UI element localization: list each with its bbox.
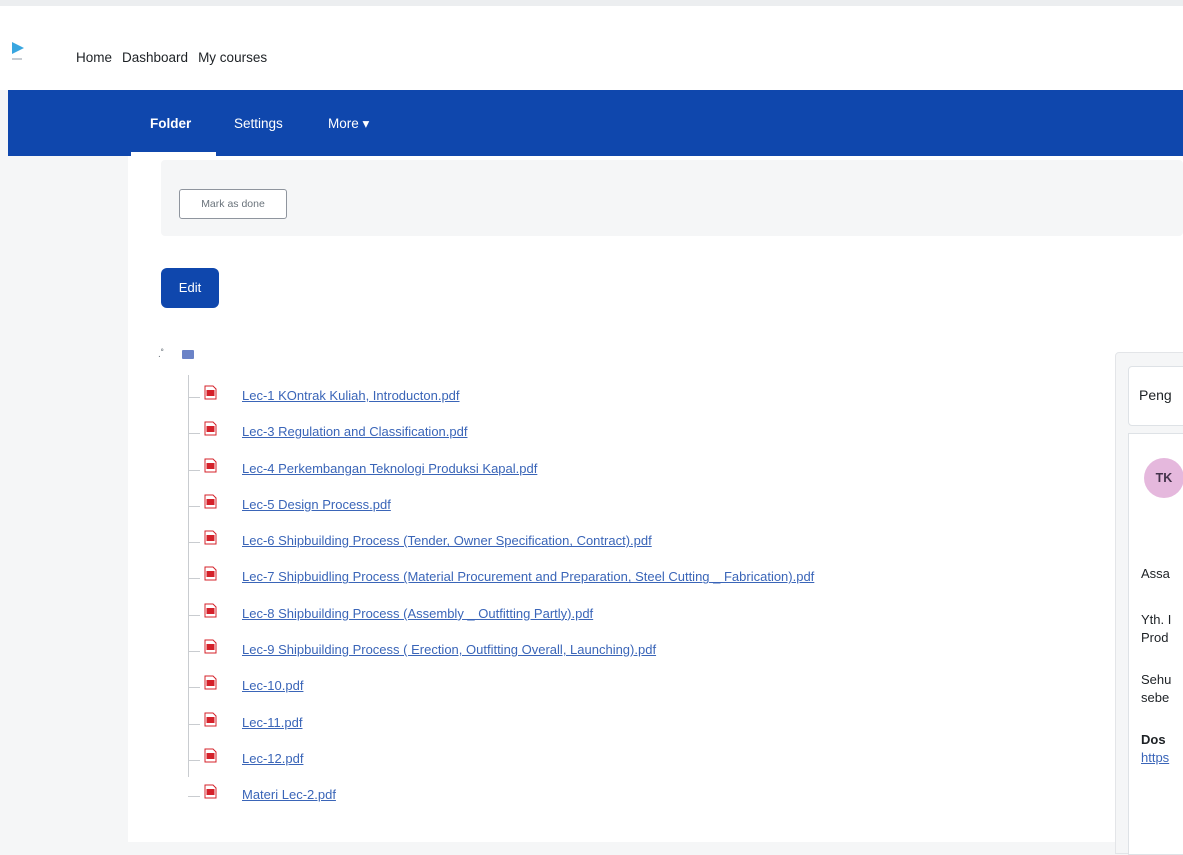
- file-link[interactable]: Lec-11.pdf: [242, 715, 302, 730]
- secondary-nav: Folder Settings More ▾: [8, 90, 1183, 156]
- tree-branch-line: [188, 505, 200, 507]
- panel-text-line: sebe: [1141, 690, 1170, 705]
- tree-branch-line: [188, 542, 200, 544]
- pdf-file-icon: [204, 421, 217, 436]
- file-link[interactable]: Lec-9 Shipbuilding Process ( Erection, O…: [242, 642, 656, 657]
- file-link[interactable]: Lec-1 KOntrak Kuliah, Introducton.pdf: [242, 388, 460, 403]
- pdf-file-icon: [204, 639, 217, 654]
- pdf-file-icon: [204, 603, 217, 618]
- nav-home-link[interactable]: Home: [76, 50, 112, 65]
- pdf-file-icon: [204, 784, 217, 799]
- tree-toggle-icon[interactable]: .˚: [158, 349, 164, 360]
- tab-more[interactable]: More ▾: [328, 116, 369, 132]
- pdf-file-icon: [204, 748, 217, 763]
- file-link[interactable]: Lec-6 Shipbuilding Process (Tender, Owne…: [242, 533, 652, 548]
- pdf-file-icon: [204, 385, 217, 400]
- panel-text-line: Sehu: [1141, 672, 1172, 687]
- file-link[interactable]: Lec-3 Regulation and Classification.pdf: [242, 424, 467, 439]
- file-link[interactable]: Lec-8 Shipbuilding Process (Assembly _ O…: [242, 606, 593, 621]
- tab-folder[interactable]: Folder: [150, 116, 191, 131]
- file-link[interactable]: Lec-5 Design Process.pdf: [242, 497, 391, 512]
- primary-nav: Home Dashboard My courses: [76, 50, 277, 65]
- tree-branch-line: [188, 687, 200, 689]
- file-link[interactable]: Lec-4 Perkembangan Teknologi Produksi Ka…: [242, 461, 537, 476]
- tree-branch-line: [188, 433, 200, 435]
- tree-branch-line: [188, 397, 200, 398]
- tree-branch-line: [188, 723, 200, 725]
- panel-text-line: Yth. I: [1141, 612, 1172, 627]
- activity-completion-bar: [161, 160, 1183, 236]
- mark-as-done-button[interactable]: Mark as done: [179, 189, 287, 219]
- tab-settings[interactable]: Settings: [234, 116, 283, 131]
- pdf-file-icon: [204, 566, 217, 581]
- left-gutter: [8, 156, 128, 842]
- tree-branch-line: [188, 651, 200, 653]
- file-link[interactable]: Lec-10.pdf: [242, 678, 303, 693]
- site-logo-icon[interactable]: [8, 36, 28, 64]
- top-navbar: Home Dashboard My courses: [0, 0, 1183, 90]
- pdf-file-icon: [204, 712, 217, 727]
- pdf-file-icon: [204, 458, 217, 473]
- tree-branch-line: [188, 469, 200, 471]
- pdf-file-icon: [204, 530, 217, 545]
- nav-dashboard-link[interactable]: Dashboard: [122, 50, 188, 65]
- file-link[interactable]: Materi Lec-2.pdf: [242, 787, 336, 802]
- tree-branch-line: [188, 796, 200, 798]
- nav-my-courses-link[interactable]: My courses: [198, 50, 267, 65]
- tree-line: [188, 375, 189, 777]
- panel-title: Peng: [1139, 387, 1172, 403]
- folder-icon: [182, 350, 194, 359]
- tree-branch-line: [188, 578, 200, 580]
- pdf-file-icon: [204, 675, 217, 690]
- tree-branch-line: [188, 614, 200, 616]
- panel-text-line: Prod: [1141, 630, 1169, 645]
- file-link[interactable]: Lec-7 Shipbuidling Process (Material Pro…: [242, 569, 814, 584]
- announcement-panel-header: Peng: [1128, 366, 1183, 426]
- panel-text-line: Assa: [1141, 566, 1170, 581]
- panel-link[interactable]: https: [1141, 750, 1169, 765]
- edit-button[interactable]: Edit: [161, 268, 219, 308]
- panel-text-line: Dos: [1141, 732, 1166, 747]
- file-link[interactable]: Lec-12.pdf: [242, 751, 303, 766]
- avatar[interactable]: TK: [1144, 458, 1183, 498]
- tree-branch-line: [188, 759, 200, 761]
- pdf-file-icon: [204, 494, 217, 509]
